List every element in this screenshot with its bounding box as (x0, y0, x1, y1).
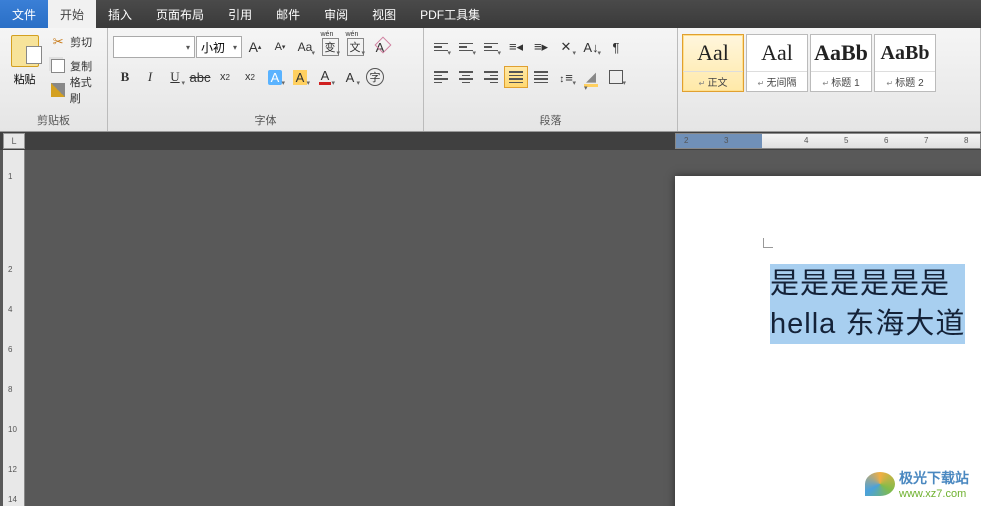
style-preview: Aal (697, 35, 729, 71)
group-paragraph: ≡◂ ≡▸ ✕ A↓ ¶ ≡ ◢ 段落 (424, 28, 678, 131)
watermark-url: www.xz7.com (899, 488, 969, 500)
style-no-spacing[interactable]: Aal 无间隔 (746, 34, 808, 92)
dropdown-icon: ▾ (233, 43, 237, 52)
watermark-title: 极光下载站 (899, 468, 969, 488)
work-area: 1 2 4 6 8 10 12 14 是是是是是是 hella 东海大道 (0, 150, 981, 506)
bullet-list-button[interactable] (429, 36, 453, 58)
tab-file[interactable]: 文件 (0, 0, 48, 28)
align-justify-button[interactable] (504, 66, 528, 88)
paste-button[interactable]: 粘贴 (5, 31, 44, 110)
style-heading2[interactable]: AaBb 标题 2 (874, 34, 936, 92)
format-painter-button[interactable]: 格式刷 (50, 79, 102, 101)
style-normal[interactable]: Aal 正文 (682, 34, 744, 92)
line-spacing-button[interactable]: ≡ (554, 66, 578, 88)
scissors-icon: ✂ (50, 34, 66, 50)
italic-button[interactable]: I (138, 66, 162, 88)
tab-references[interactable]: 引用 (216, 0, 264, 28)
phonetic-guide-button[interactable]: 变 (318, 36, 342, 58)
group-styles: Aal 正文 Aal 无间隔 AaBb 标题 1 AaBb 标题 2 (678, 28, 981, 131)
watermark: 极光下载站 www.xz7.com (865, 468, 969, 500)
font-name-combo[interactable]: ▾ (113, 36, 195, 58)
tab-layout[interactable]: 页面布局 (144, 0, 216, 28)
tab-selector[interactable]: L (3, 133, 25, 149)
align-center-button[interactable] (454, 66, 478, 88)
increase-indent-button[interactable]: ≡▸ (529, 36, 553, 58)
ribbon: 粘贴 ✂ 剪切 复制 格式刷 剪贴板 (0, 28, 981, 132)
underline-button[interactable]: U (163, 66, 187, 88)
highlight-button[interactable]: A (288, 66, 312, 88)
decrease-indent-button[interactable]: ≡◂ (504, 36, 528, 58)
text-line-2: hella 东海大道 (770, 304, 965, 344)
text-effect-button[interactable]: A (263, 66, 287, 88)
style-name: 正文 (683, 71, 743, 91)
style-preview: AaBb (881, 35, 930, 71)
multilevel-list-button[interactable] (479, 36, 503, 58)
char-scaling-button[interactable]: A (338, 66, 362, 88)
paste-label: 粘贴 (14, 71, 36, 87)
subscript-button[interactable]: x2 (213, 66, 237, 88)
format-painter-label: 格式刷 (70, 74, 102, 106)
font-color-button[interactable]: A (313, 66, 337, 88)
style-name: 标题 1 (811, 71, 871, 91)
strikethrough-button[interactable]: abc (188, 66, 212, 88)
group-clipboard: 粘贴 ✂ 剪切 复制 格式刷 剪贴板 (0, 28, 108, 131)
enclosed-char-button[interactable]: 字 (363, 66, 387, 88)
number-list-button[interactable] (454, 36, 478, 58)
page[interactable]: 是是是是是是 hella 东海大道 (675, 176, 981, 506)
align-right-button[interactable] (479, 66, 503, 88)
brush-icon (50, 82, 66, 98)
style-preview: AaBb (814, 35, 868, 71)
tab-view[interactable]: 视图 (360, 0, 408, 28)
selected-text[interactable]: 是是是是是是 hella 东海大道 (770, 264, 965, 344)
style-heading1[interactable]: AaBb 标题 1 (810, 34, 872, 92)
dropdown-icon: ▾ (186, 43, 190, 52)
change-case-button[interactable]: Aa (293, 36, 317, 58)
watermark-logo-icon (865, 472, 895, 496)
shading-button[interactable]: ◢ (579, 66, 603, 88)
align-left-button[interactable] (429, 66, 453, 88)
paragraph-group-label: 段落 (429, 110, 672, 131)
text-direction-button[interactable]: ✕ (554, 36, 578, 58)
copy-label: 复制 (70, 58, 92, 74)
tab-mail[interactable]: 邮件 (264, 0, 312, 28)
border-button[interactable] (604, 66, 628, 88)
grow-font-button[interactable]: A▴ (243, 36, 267, 58)
paste-icon (11, 35, 39, 67)
tab-insert[interactable]: 插入 (96, 0, 144, 28)
ruler-row: L 2 3 4 5 6 7 8 (0, 132, 981, 150)
bold-button[interactable]: B (113, 66, 137, 88)
style-name: 无间隔 (747, 71, 807, 91)
wen-button[interactable]: 文 (343, 36, 367, 58)
document-canvas[interactable]: 是是是是是是 hella 东海大道 (25, 150, 981, 506)
font-size-value: 小初 (201, 39, 225, 56)
sort-button[interactable]: A↓ (579, 36, 603, 58)
shrink-font-button[interactable]: A▾ (268, 36, 292, 58)
tab-home[interactable]: 开始 (48, 0, 96, 28)
copy-icon (50, 58, 66, 74)
vertical-ruler[interactable]: 1 2 4 6 8 10 12 14 (3, 150, 25, 506)
cut-button[interactable]: ✂ 剪切 (50, 31, 102, 53)
style-name: 标题 2 (875, 71, 935, 91)
font-size-combo[interactable]: 小初 ▾ (196, 36, 242, 58)
clear-format-button[interactable]: A (368, 36, 392, 58)
cut-label: 剪切 (70, 34, 92, 50)
menu-tabbar: 文件 开始 插入 页面布局 引用 邮件 审阅 视图 PDF工具集 (0, 0, 981, 28)
font-group-label: 字体 (113, 110, 418, 131)
group-font: ▾ 小初 ▾ A▴ A▾ Aa 变 文 A B I U (108, 28, 424, 131)
tab-pdf[interactable]: PDF工具集 (408, 0, 492, 28)
align-distribute-button[interactable] (529, 66, 553, 88)
tab-review[interactable]: 审阅 (312, 0, 360, 28)
superscript-button[interactable]: x2 (238, 66, 262, 88)
text-line-1: 是是是是是是 (770, 264, 965, 304)
horizontal-ruler[interactable]: 2 3 4 5 6 7 8 (675, 133, 981, 149)
margin-corner-icon (763, 238, 773, 248)
clipboard-group-label: 剪贴板 (5, 110, 102, 131)
style-preview: Aal (761, 35, 793, 71)
show-marks-button[interactable]: ¶ (604, 36, 628, 58)
